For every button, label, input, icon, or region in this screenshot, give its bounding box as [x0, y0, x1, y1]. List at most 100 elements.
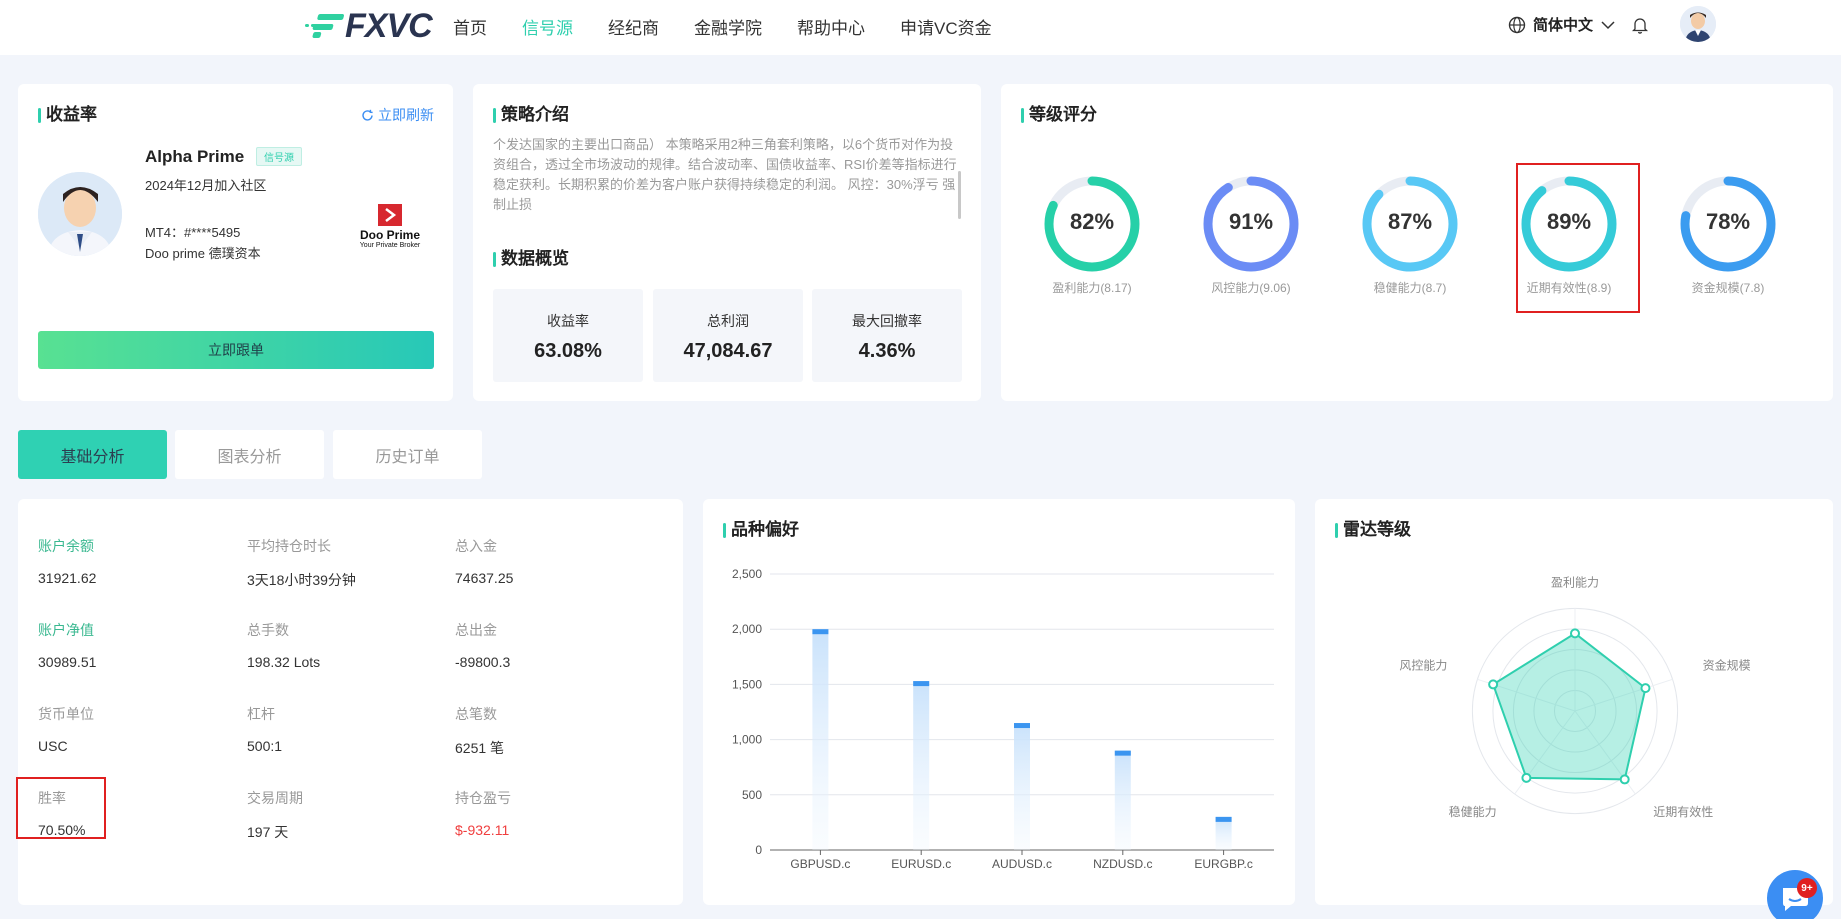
language-label: 简体中文 [1533, 17, 1594, 34]
globe-icon [1508, 16, 1526, 33]
account-field: 总笔数 6251 笔 [455, 704, 504, 758]
account-field-label: 平均持仓时长 [247, 538, 331, 554]
bar-cap [913, 681, 930, 687]
stat-value: 4.36% [858, 340, 916, 362]
rating-ring: 78% 资金规模(7.8) [1678, 174, 1778, 296]
overview-title: 数据概览 [493, 249, 569, 269]
radar-axis-label: 资金规模 [1703, 657, 1751, 672]
account-field-value: 30989.51 [38, 654, 97, 670]
ring-percent: 78% [1705, 209, 1751, 234]
tab-chart-analysis[interactable]: 图表分析 [175, 430, 324, 479]
radar-axis-label: 风控能力 [1399, 658, 1447, 672]
account-field: 总出金 -89800.3 [455, 620, 510, 670]
bell-icon[interactable] [1632, 16, 1648, 34]
account-field-label: 货币单位 [38, 706, 94, 722]
radar-axis-label: 盈利能力 [1551, 575, 1599, 589]
nav-signals[interactable]: 信号源 [522, 14, 573, 39]
chevron-down-icon [1601, 20, 1615, 29]
strategy-card: 策略介绍 个发达国家的主要出口商品） 本策略采用2种三角套利策略，以6个货币对作… [473, 84, 981, 401]
account-field-label: 总手数 [247, 622, 289, 638]
radar-point [1521, 772, 1532, 783]
user-avatar[interactable] [1680, 6, 1716, 42]
preference-card: 品种偏好 0 500 1,000 1,500 2,000 2,500 GBPUSD.c EUR… [703, 499, 1295, 905]
highlight-box [1516, 163, 1640, 313]
account-field-label: 账户余额 [38, 538, 94, 554]
radar-point [1619, 774, 1630, 785]
radar-axis-label: 近期有效性 [1653, 804, 1713, 819]
bar-EURUSD.c [913, 681, 930, 850]
nav-academy[interactable]: 金融学院 [694, 14, 762, 39]
bar-AUDUSD.c [1014, 723, 1030, 850]
radar-card: 雷达等级 盈利能力 资金规模 近期有效性 稳健能力 风控能力 [1315, 499, 1833, 905]
tab-history-orders[interactable]: 历史订单 [333, 430, 482, 479]
account-field-label: 交易周期 [247, 790, 303, 806]
account-field-label: 总笔数 [455, 706, 497, 722]
account-field: 总入金 74637.25 [455, 536, 513, 586]
strategy-scrollbar[interactable] [958, 171, 961, 219]
stat-label: 最大回撤率 [852, 313, 922, 329]
account-field: 持仓盈亏 $-932.11 [455, 788, 511, 838]
account-field-label: 总出金 [455, 622, 497, 638]
account-field: 账户余额 31921.62 [38, 536, 96, 586]
bar-cap [1114, 750, 1131, 756]
nav-help[interactable]: 帮助中心 [797, 14, 865, 39]
radar-point [1640, 683, 1651, 694]
account-field-label: 持仓盈亏 [455, 790, 511, 806]
account-field: 交易周期 197 天 [247, 788, 303, 842]
logo-text[interactable]: FXVC [345, 8, 433, 44]
bar-GBPUSD.c [812, 629, 829, 850]
account-field-label: 总入金 [455, 538, 497, 554]
rating-card: 等级评分 82% 盈利能力(8.17) 91% 风控能力(9.06) 87% 稳健能力(8… [1001, 84, 1833, 401]
account-field-value: 500:1 [247, 738, 283, 754]
refresh-icon [362, 109, 373, 121]
nav-apply-vc[interactable]: 申请VC资金 [900, 14, 992, 39]
follow-button[interactable]: 立即跟单 [38, 331, 434, 369]
rating-ring: 91% 风控能力(9.06) [1201, 174, 1301, 296]
stat-max-drawdown: 最大回撤率 4.36% [812, 289, 962, 382]
strategy-title: 策略介绍 [493, 105, 569, 125]
account-field: 平均持仓时长 3天18小时39分钟 [247, 536, 356, 590]
tab-basic-analysis[interactable]: 基础分析 [18, 430, 167, 479]
ring-percent: 91% [1228, 209, 1274, 234]
account-field-label: 账户净值 [38, 622, 94, 638]
nav-brokers[interactable]: 经纪商 [608, 14, 659, 39]
account-field: 账户净值 30989.51 [38, 620, 96, 670]
account-field-value: 197 天 [247, 824, 289, 840]
account-field-value: 6251 笔 [455, 740, 505, 756]
ring-label: 资金规模(7.8) [1691, 281, 1765, 295]
ring-percent: 82% [1069, 209, 1115, 234]
account-field: 总手数 198.32 Lots [247, 620, 320, 670]
y-tick-label: 500 [742, 788, 762, 802]
radar-axis-label: 稳健能力 [1449, 804, 1497, 819]
rating-ring: 82% 盈利能力(8.17) [1042, 174, 1142, 296]
y-tick-label: 2,500 [732, 567, 762, 581]
broker-logo-mark [378, 204, 402, 226]
rating-ring: 87% 稳健能力(8.7) [1360, 174, 1460, 296]
joined-date: 2024年12月加入社区 [145, 178, 267, 193]
logo-icon[interactable] [305, 12, 349, 40]
account-field-value: 74637.25 [455, 570, 514, 586]
broker-logo-name: Doo Prime [359, 228, 420, 242]
stat-label: 收益率 [547, 313, 589, 329]
nav-home[interactable]: 首页 [453, 14, 487, 39]
radar-area [1491, 632, 1647, 781]
language-selector[interactable]: 简体中文 [1508, 14, 1622, 35]
x-tick-label: EURGBP.c [1194, 857, 1252, 871]
radar-point [1570, 628, 1580, 639]
radar-point [1488, 679, 1499, 690]
mt4-account: MT4：#****5495 [145, 225, 241, 240]
bar-NZDUSD.c [1114, 750, 1131, 850]
broker-logo-sub: Your Private Broker [359, 242, 421, 249]
stat-total-profit: 总利润 47,084.67 [653, 289, 803, 382]
preference-bar-chart: 0 500 1,000 1,500 2,000 2,500 GBPUSD.c EURUSD.c… [732, 567, 1274, 871]
account-field-label: 杠杆 [247, 706, 275, 722]
bar-cap [1215, 816, 1232, 822]
stat-return-rate: 收益率 63.08% [493, 289, 643, 382]
account-field-value: -89800.3 [455, 654, 511, 670]
account-field-value: $-932.11 [455, 822, 510, 838]
stat-label: 总利润 [707, 313, 749, 329]
refresh-button[interactable]: 立即刷新 [361, 105, 434, 125]
highlight-box [16, 777, 106, 839]
rating-title: 等级评分 [1021, 105, 1097, 125]
account-field-value: 3天18小时39分钟 [247, 572, 356, 588]
